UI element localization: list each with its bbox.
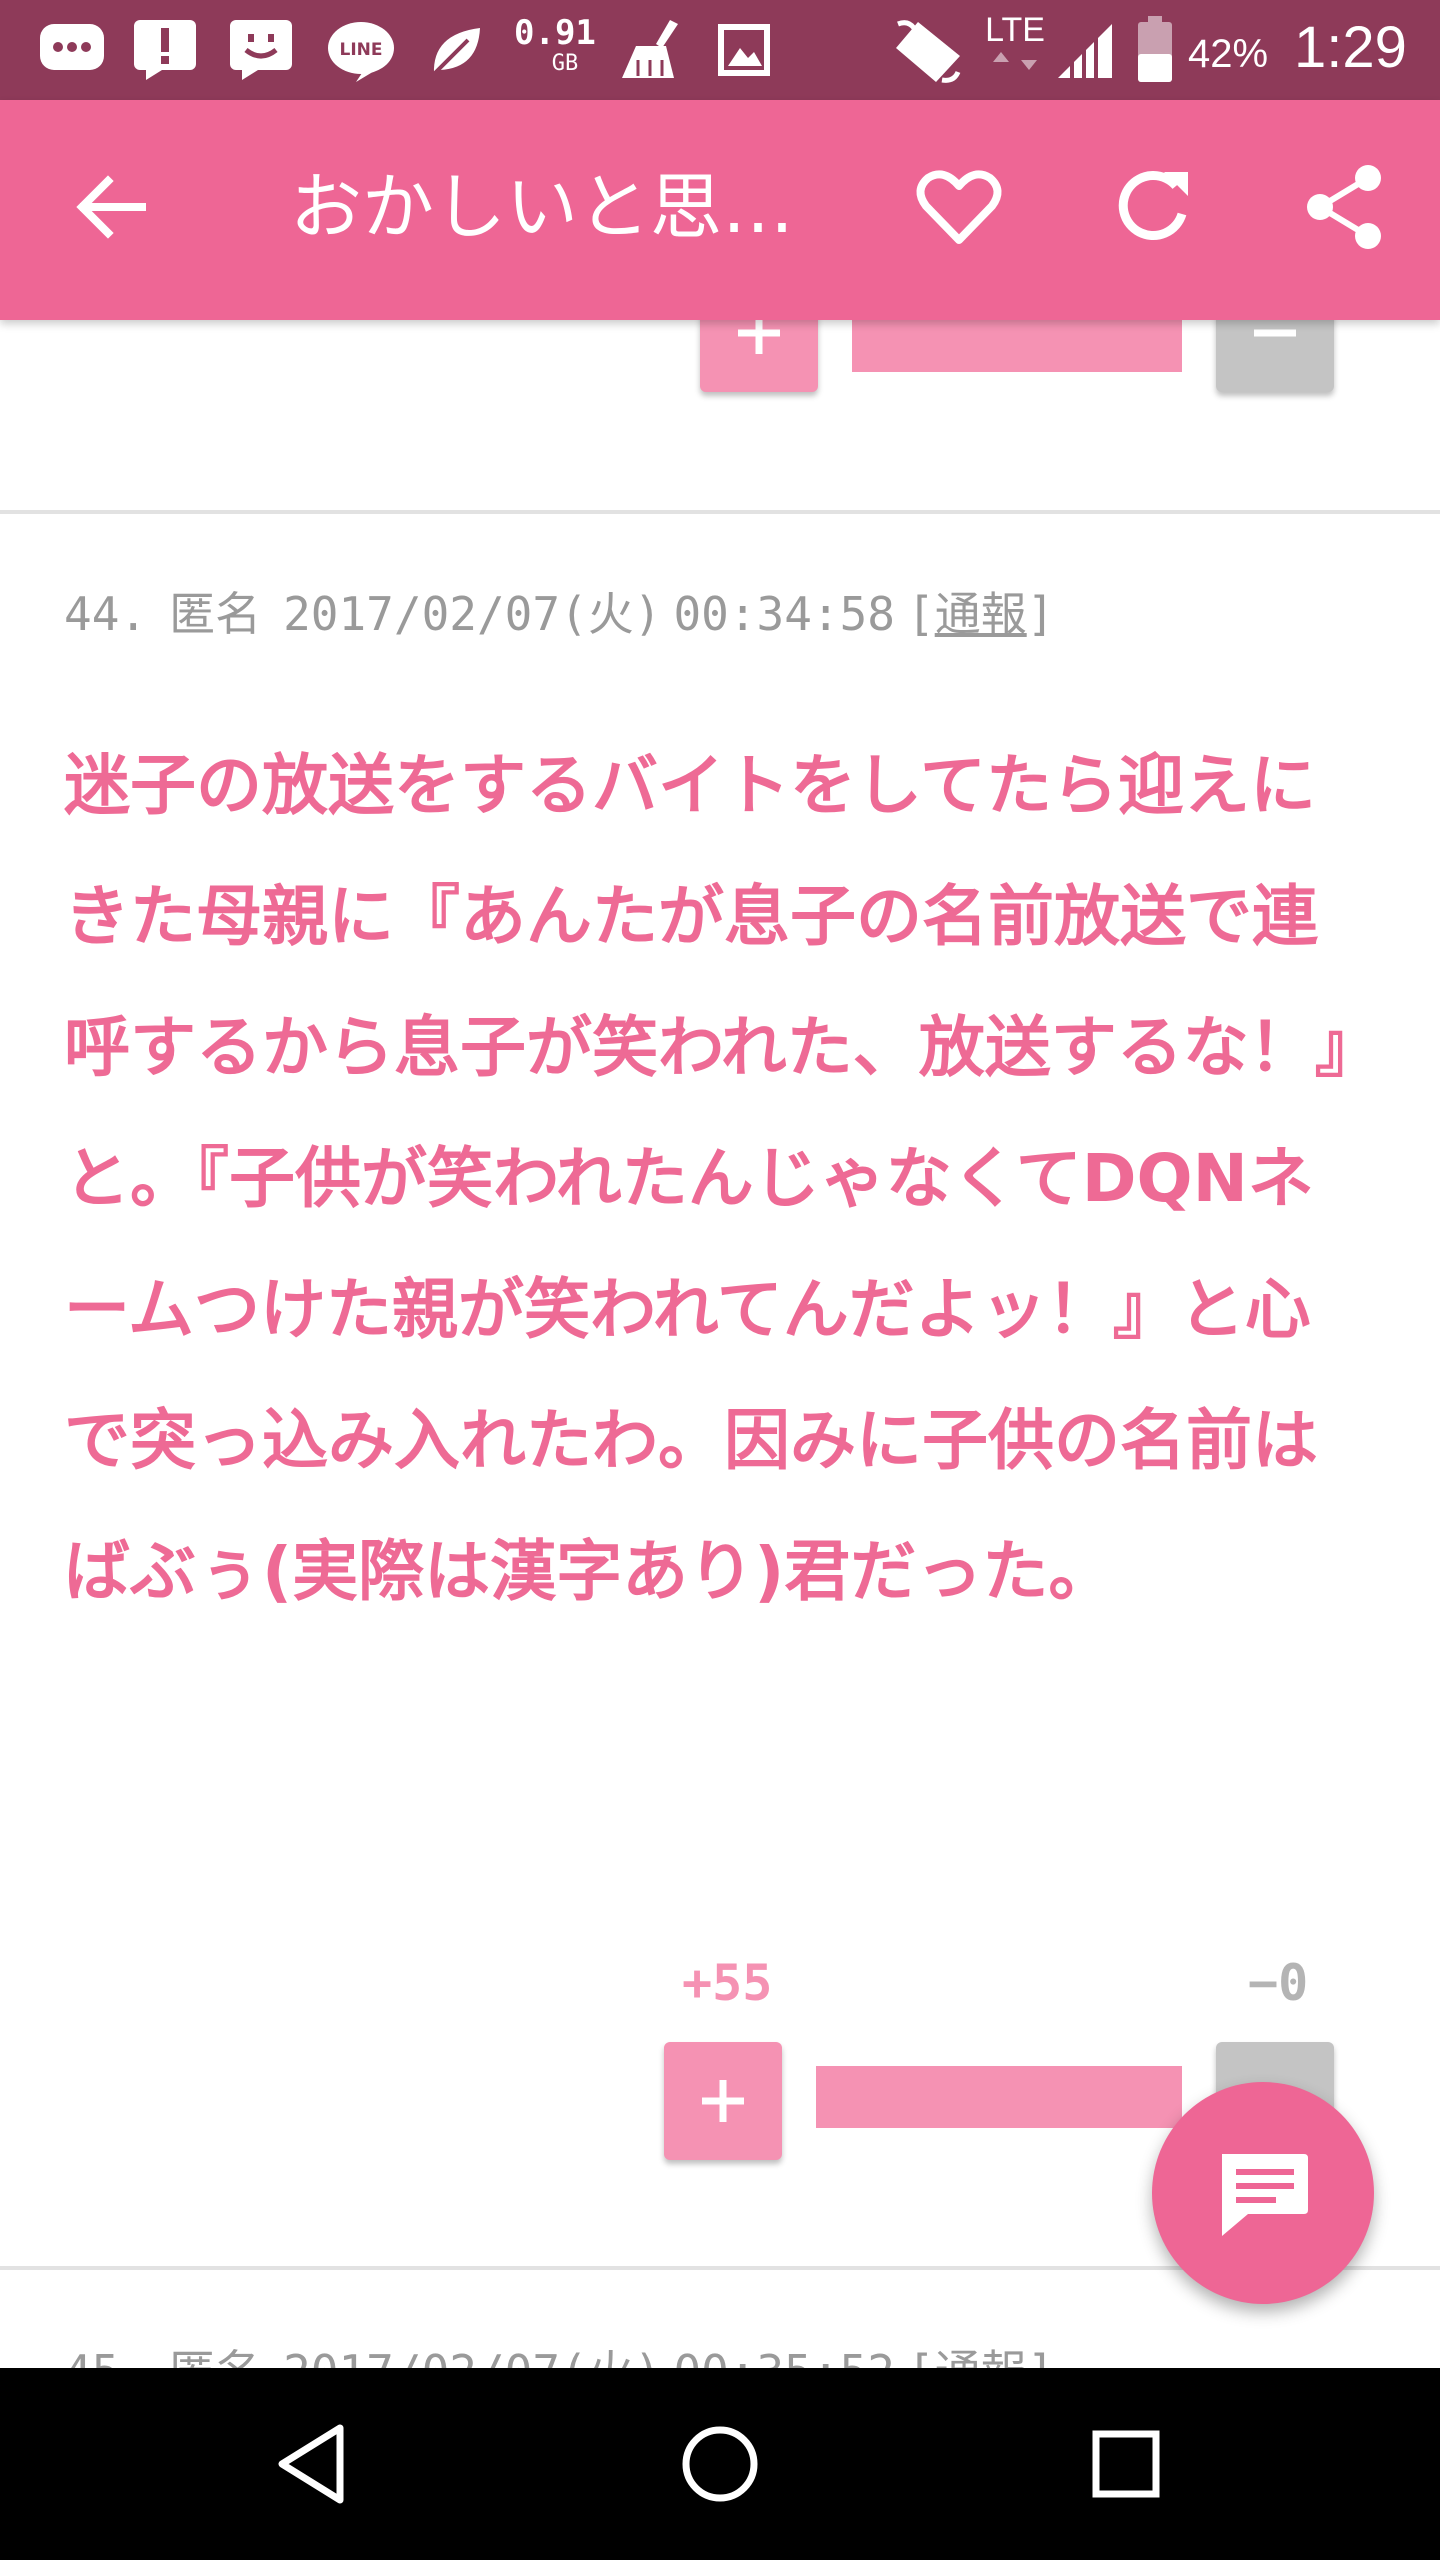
svg-text:LINE: LINE <box>340 40 383 60</box>
network-type: LTE <box>980 10 1050 90</box>
vote-ratio-bar <box>816 2066 1182 2128</box>
previous-plus-button[interactable] <box>700 320 818 392</box>
clock: 1:29 <box>1294 15 1407 80</box>
comment-meta: 45. 匿名 2017/02/07(火) 00:35:52 [通報] <box>64 2336 1076 2368</box>
divider <box>0 510 1440 514</box>
back-triangle-icon <box>278 2424 344 2504</box>
minus-count: −0 <box>1248 1954 1309 2012</box>
back-arrow-icon <box>76 175 146 239</box>
navigation-bar <box>0 2368 1440 2560</box>
comment-list[interactable]: 44. 匿名 2017/02/07(火) 00:34:58 [通報] 迷子の放送をするバ… <box>0 320 1440 2368</box>
report-link[interactable]: 通報 <box>935 2345 1027 2368</box>
favorite-button[interactable] <box>904 152 1014 262</box>
comment-number: 45. <box>64 2345 147 2368</box>
signal-icon <box>1054 22 1114 80</box>
broom-icon <box>618 18 690 80</box>
battery-icon <box>1136 16 1174 84</box>
report-bracket-open: [ <box>907 2345 935 2368</box>
line-app-icon: LINE <box>326 20 396 82</box>
data-usage: 0.91 GB <box>514 13 596 76</box>
comment-meta: 44. 匿名 2017/02/07(火) 00:34:58 [通報] <box>64 578 1076 644</box>
alert-icon <box>132 18 198 82</box>
minus-icon <box>1254 329 1296 337</box>
home-circle-icon <box>682 2426 758 2502</box>
nav-recents-button[interactable] <box>1046 2384 1206 2544</box>
report-bracket-close: ] <box>1027 2345 1055 2368</box>
previous-minus-button[interactable] <box>1216 320 1334 392</box>
face-icon <box>228 18 294 82</box>
report-link[interactable]: 通報 <box>935 587 1027 641</box>
plus-count: +55 <box>682 1954 773 2012</box>
battery-percent: 42% <box>1188 32 1269 76</box>
plus-vote-button[interactable] <box>664 2042 782 2160</box>
vibrate-icon <box>892 18 964 86</box>
comment-date: 2017/02/07(火) <box>283 587 662 641</box>
nav-back-button[interactable] <box>232 2384 392 2544</box>
report-bracket-open: [ <box>907 587 935 641</box>
compose-comment-button[interactable] <box>1152 2082 1374 2304</box>
refresh-icon <box>1118 171 1188 240</box>
nav-home-button[interactable] <box>640 2384 800 2544</box>
back-button[interactable] <box>58 152 168 262</box>
page-title: おかしいと思… <box>290 165 795 249</box>
message-icon <box>38 22 106 78</box>
leaf-icon <box>428 24 484 78</box>
app-bar: おかしいと思… <box>0 100 1440 320</box>
share-button[interactable] <box>1290 152 1400 262</box>
share-icon <box>1307 165 1381 249</box>
comment-body: 迷子の放送をするバイトをしてたら迎えにきた母親に『あんたが息子の名前放送で連呼す… <box>64 747 1348 1610</box>
recents-square-icon <box>1092 2430 1160 2498</box>
report-bracket-close: ] <box>1026 587 1055 641</box>
comment-time: 00:35:52 <box>673 2345 895 2368</box>
previous-vote-bar <box>852 320 1182 372</box>
comment-author: 匿名 <box>169 587 262 641</box>
comment-time: 00:34:58 <box>673 587 895 641</box>
comment-author: 匿名 <box>169 2345 261 2368</box>
comment-icon <box>1222 2154 1308 2236</box>
heart-icon <box>916 170 1002 244</box>
comment-date: 2017/02/07(火) <box>283 2345 661 2368</box>
comment-number: 44. <box>64 587 148 641</box>
plus-icon <box>702 2080 744 2122</box>
gallery-icon <box>716 22 772 78</box>
refresh-button[interactable] <box>1098 152 1208 262</box>
plus-icon <box>738 320 780 354</box>
status-bar: LINE 0.91 GB LTE 42% 1:29 <box>0 0 1440 100</box>
